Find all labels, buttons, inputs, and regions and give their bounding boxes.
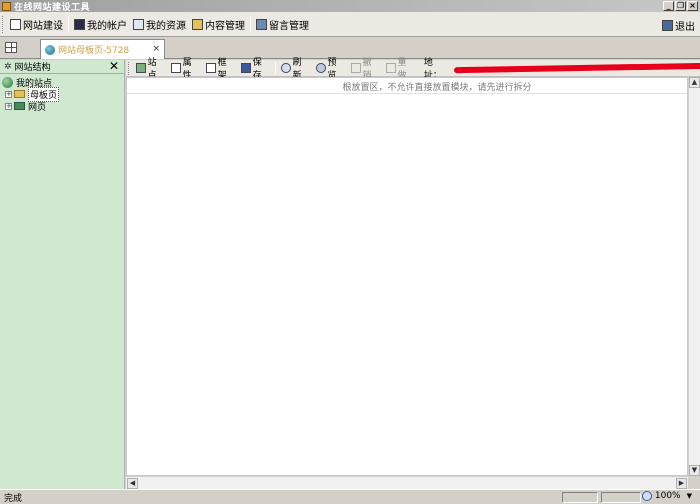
- panel-close-icon[interactable]: ✕: [109, 60, 119, 73]
- message-label: 留言管理: [269, 20, 309, 32]
- status-bar: 完成 100% ▼: [0, 489, 700, 504]
- site-button[interactable]: 站点: [133, 58, 168, 81]
- refresh-icon: [280, 63, 291, 73]
- account-icon: [74, 18, 85, 30]
- scroll-down-icon[interactable]: ▼: [689, 465, 700, 476]
- undo-icon: [350, 63, 361, 73]
- frame-icon: [205, 63, 216, 73]
- restore-button[interactable]: ❐: [675, 1, 686, 11]
- chevron-down-icon[interactable]: ▼: [687, 492, 692, 500]
- toolbar-separator: [250, 16, 251, 32]
- zoom-icon: [641, 491, 652, 501]
- panel-header: ✲ 网站结构 ✕: [0, 60, 124, 74]
- main-toolbar: 网站建设 我的帐户 我的资源 内容管理 留言管理 退出: [0, 12, 700, 37]
- resources-icon: [133, 18, 144, 30]
- refresh-button[interactable]: 刷新: [278, 58, 313, 81]
- scroll-right-icon[interactable]: ▶: [676, 478, 687, 489]
- site-tree: 我的站点 + 母板页 + 网页: [0, 74, 124, 113]
- account-label: 我的帐户: [87, 20, 127, 32]
- tree-item-label: 网页: [28, 102, 47, 113]
- address-field[interactable]: [453, 62, 700, 74]
- exit-button[interactable]: 退出: [659, 15, 698, 36]
- site-build-button[interactable]: 网站建设: [7, 14, 66, 35]
- undo-button[interactable]: 撤销: [348, 58, 383, 81]
- tree-root[interactable]: 我的站点: [0, 76, 124, 89]
- design-canvas[interactable]: 根放置区，不允许直接放置模块，请先进行拆分: [126, 77, 688, 476]
- tab-close-icon[interactable]: ×: [152, 44, 160, 54]
- redo-button[interactable]: 重做: [383, 58, 418, 81]
- exit-icon: [662, 20, 673, 31]
- editor-toolbar: 站点 属性 框架 保存 刷新 预览 撤销 重做 地址：: [126, 58, 700, 81]
- save-button[interactable]: 保存: [238, 58, 273, 81]
- account-button[interactable]: 我的帐户: [71, 14, 130, 35]
- tab-master-page[interactable]: 网站母板页-5728 ×: [40, 39, 165, 59]
- close-button[interactable]: ×: [687, 1, 698, 11]
- preview-button[interactable]: 预览: [313, 58, 348, 81]
- horizontal-scrollbar[interactable]: ◀ ▶: [126, 476, 688, 489]
- folder-icon: [14, 102, 25, 110]
- tree-item-master-pages[interactable]: + 母板页: [0, 86, 124, 102]
- tab-label: 网站母板页-5728: [58, 46, 130, 56]
- save-icon: [240, 63, 251, 73]
- site-build-label: 网站建设: [23, 20, 63, 32]
- status-text: 完成: [4, 493, 23, 504]
- minimize-button[interactable]: _: [663, 1, 674, 11]
- toolbar-grip[interactable]: [128, 61, 131, 75]
- properties-icon: [170, 63, 181, 73]
- tab-strip: 网站母板页-5728 ×: [0, 37, 700, 59]
- app-icon: [2, 1, 11, 11]
- preview-icon: [315, 63, 326, 73]
- panel-title: 网站结构: [14, 63, 51, 73]
- globe-icon: [45, 44, 55, 55]
- site-structure-panel: ✲ 网站结构 ✕ 我的站点 + 母板页 + 网页: [0, 60, 125, 489]
- redo-icon: [385, 63, 396, 73]
- pin-icon[interactable]: ✲: [4, 62, 12, 72]
- window-controls: _ ❐ ×: [663, 1, 698, 11]
- tree-item-web-pages[interactable]: + 网页: [0, 100, 124, 113]
- toolbar-grip[interactable]: [2, 15, 5, 33]
- zoom-level: 100%: [654, 491, 681, 501]
- scroll-left-icon[interactable]: ◀: [127, 478, 138, 489]
- resources-button[interactable]: 我的资源: [130, 14, 189, 35]
- title-bar: 在线网站建设工具 _ ❐ ×: [0, 0, 700, 13]
- expand-icon[interactable]: +: [5, 90, 12, 98]
- resources-label: 我的资源: [146, 20, 186, 32]
- frame-button[interactable]: 框架: [203, 58, 238, 81]
- status-panel: [601, 492, 641, 503]
- content-button[interactable]: 内容管理: [189, 14, 248, 35]
- message-button[interactable]: 留言管理: [253, 14, 312, 35]
- vertical-scrollbar[interactable]: ▲ ▼: [688, 77, 700, 476]
- content-label: 内容管理: [205, 20, 245, 32]
- folder-icon: [14, 90, 25, 98]
- zoom-control[interactable]: 100% ▼: [641, 491, 692, 501]
- toolbar-separator: [274, 62, 276, 74]
- toolbar-separator: [68, 16, 69, 32]
- exit-label: 退出: [675, 22, 695, 33]
- expand-icon[interactable]: +: [5, 102, 12, 110]
- site-icon: [135, 63, 146, 73]
- redaction-mark: [453, 62, 700, 74]
- scroll-up-icon[interactable]: ▲: [689, 77, 700, 88]
- properties-button[interactable]: 属性: [168, 58, 203, 81]
- status-panel: [562, 492, 598, 503]
- tab-list-icon[interactable]: [5, 42, 17, 53]
- site-icon: [2, 76, 13, 88]
- message-icon: [256, 18, 267, 30]
- window-title: 在线网站建设工具: [14, 2, 91, 13]
- content-icon: [192, 18, 203, 30]
- site-build-icon: [10, 18, 21, 30]
- canvas-hint: 根放置区，不允许直接放置模块，请先进行拆分: [127, 80, 687, 94]
